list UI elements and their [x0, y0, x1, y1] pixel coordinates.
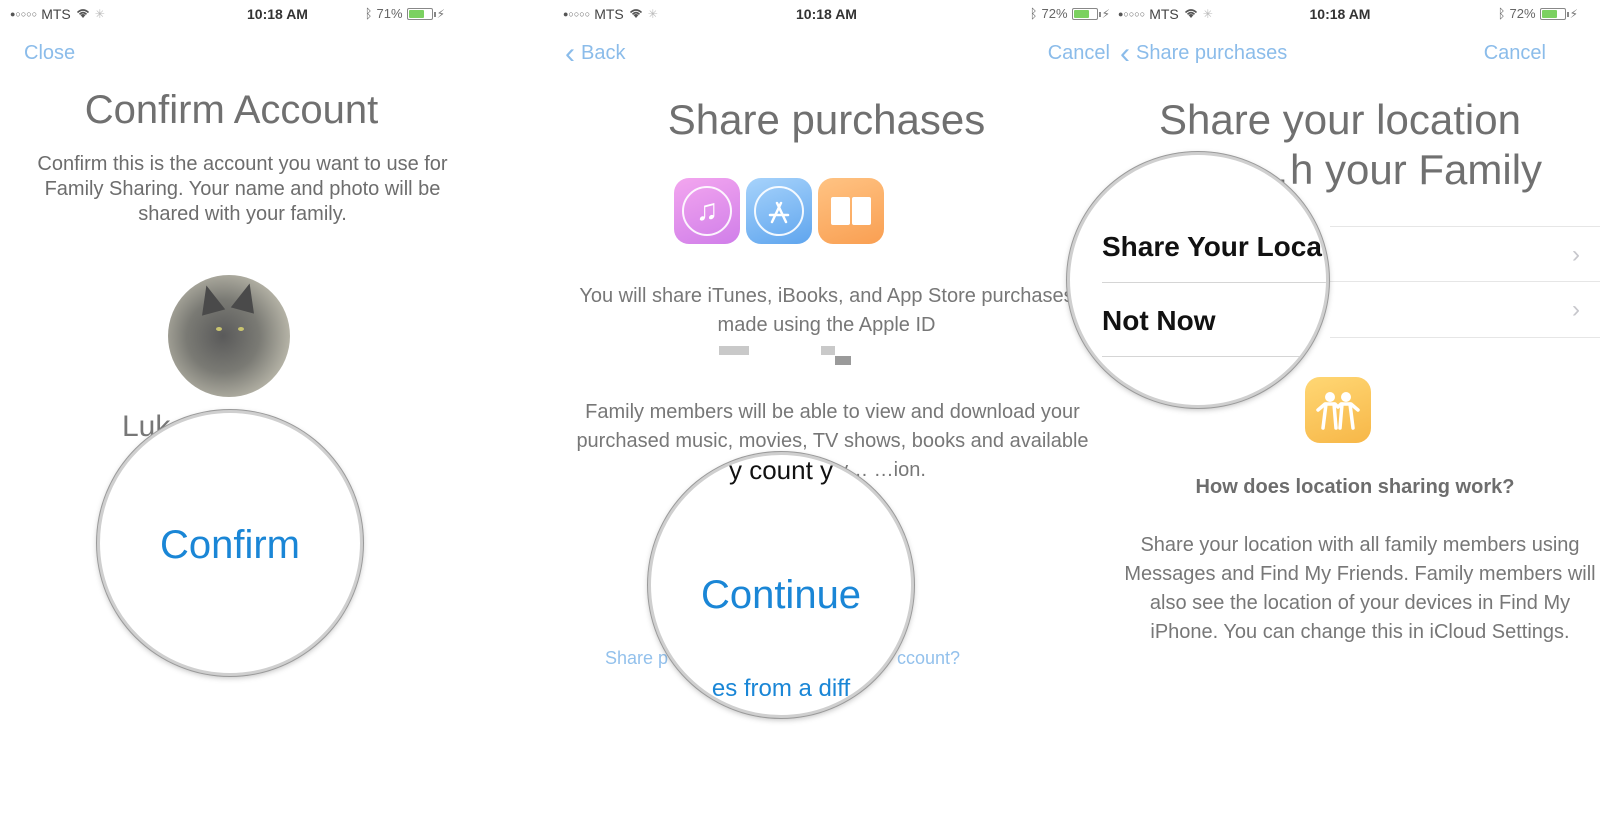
chevron-left-icon: ‹: [565, 36, 575, 70]
cancel-button[interactable]: Cancel: [1048, 42, 1110, 65]
charging-icon: ⚡: [1569, 6, 1578, 21]
magnified-link-fragment[interactable]: es from a diff: [651, 675, 911, 703]
purchases-description: You will share iTunes, iBooks, and App S…: [579, 285, 1074, 336]
cancel-button[interactable]: Cancel: [1484, 42, 1546, 65]
battery-icon: [406, 7, 436, 20]
app-store-icon: [746, 178, 812, 244]
status-bar: ●○○○○ MTS ✳ 10:18 AM ᛒ 71% ⚡: [0, 6, 555, 26]
magnifier-location-options: Share Your Loca Not Now: [1067, 152, 1329, 408]
status-time: 10:18 AM: [247, 6, 308, 22]
battery-percent: 72%: [1509, 6, 1536, 21]
battery-icon: [1539, 7, 1569, 20]
magnifier-confirm: Confirm: [97, 410, 363, 676]
chevron-right-icon: ›: [1572, 296, 1580, 323]
share-location-row[interactable]: ›: [1330, 226, 1600, 282]
cancel-label: Cancel: [1483, 42, 1546, 64]
chevron-right-icon: ›: [1572, 241, 1580, 268]
bluetooth-icon: ᛒ: [364, 6, 373, 21]
status-time: 10:18 AM: [796, 6, 857, 22]
itunes-icon: ♫: [674, 178, 740, 244]
not-now-option[interactable]: Not Now: [1102, 285, 1326, 357]
close-button[interactable]: Close: [24, 42, 75, 65]
back-to-share-purchases-button[interactable]: ‹ Share purchases: [1120, 36, 1288, 70]
magnifier-continue: y count y Continue es from a diff: [648, 452, 914, 718]
store-icons: ♫: [674, 178, 884, 244]
back-label: Share purchases: [1136, 42, 1288, 64]
share-location-screen: ●○○○○ MTS ✳ 10:18 AM ᛒ 72% ⚡ ‹ Share pur…: [1110, 0, 1600, 830]
chevron-left-icon: ‹: [1120, 36, 1130, 70]
back-label: Back: [581, 42, 626, 64]
charging-icon: ⚡: [1101, 6, 1110, 21]
bluetooth-icon: ᛒ: [1497, 6, 1506, 21]
page-title: Confirm Account: [84, 88, 379, 132]
battery-percent: 71%: [376, 6, 403, 21]
status-bar: ●○○○○ MTS ✳ 10:18 AM ᛒ 72% ⚡: [555, 6, 1110, 26]
not-now-row[interactable]: ›: [1330, 282, 1600, 338]
ibooks-icon: [818, 178, 884, 244]
back-button[interactable]: ‹ Back: [565, 36, 626, 70]
page-description: Confirm this is the account you want to …: [37, 153, 448, 225]
find-my-friends-icon: [1305, 377, 1371, 443]
avatar: [168, 275, 290, 397]
share-purchases-link-right[interactable]: ccount?: [897, 648, 960, 669]
confirm-account-screen: ●○○○○ MTS ✳ 10:18 AM ᛒ 71% ⚡ Close Confi…: [0, 0, 555, 830]
magnified-text-fragment: y count y: [728, 455, 834, 485]
charging-icon: ⚡: [436, 6, 445, 21]
status-bar: ●○○○○ MTS ✳ 10:18 AM ᛒ 72% ⚡: [1110, 6, 1600, 26]
redacted-apple-id: [719, 346, 749, 355]
confirm-button[interactable]: Confirm: [100, 523, 360, 568]
continue-button[interactable]: Continue: [651, 573, 911, 618]
page-title: Share purchases: [667, 96, 986, 143]
location-sharing-description: Share your location with all family memb…: [1124, 534, 1596, 643]
battery-icon: [1071, 7, 1101, 20]
share-purchases-link-left[interactable]: Share p: [605, 648, 668, 669]
page-title: Share your location: [1159, 96, 1521, 143]
battery-percent: 72%: [1041, 6, 1068, 21]
cancel-label: Cancel: [1047, 42, 1110, 64]
bluetooth-icon: ᛒ: [1029, 6, 1038, 21]
location-sharing-heading: How does location sharing work?: [1195, 476, 1515, 498]
share-your-location-option[interactable]: Share Your Loca: [1102, 211, 1326, 283]
